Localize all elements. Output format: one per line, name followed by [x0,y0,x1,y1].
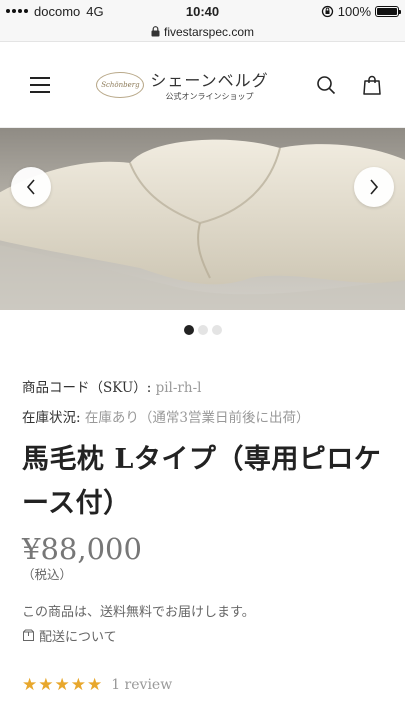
chevron-right-icon [370,179,379,195]
stock-label: 在庫状況: [22,410,81,426]
site-header: Schönberg シェーンベルグ 公式オンラインショップ [0,42,405,128]
url-bar[interactable]: fivestarspec.com [0,22,405,42]
sku-row: 商品コード（SKU）: pil-rh-l [22,376,383,396]
stock-row: 在庫状況: 在庫あり（通常3営業日前後に出荷） [22,406,383,426]
rating-row: ★★★★★ 1 review [22,675,383,695]
product-price: ¥88,000 [22,532,142,566]
chevron-left-icon [26,179,35,195]
product-image-carousel[interactable] [0,128,405,310]
status-left: docomo 4G [6,4,104,19]
shipping-note: この商品は、送料無料でお届けします。 [22,605,255,620]
orientation-lock-icon [321,5,333,17]
search-icon[interactable] [315,74,337,96]
carousel-prev-button[interactable] [11,167,51,207]
carrier-name: docomo [34,3,81,19]
star-rating-icon: ★★★★★ [22,675,104,695]
signal-icon [6,9,28,13]
battery-percent: 100% [337,3,371,19]
shipping-info-link[interactable]: 配送について [22,626,383,645]
carousel-dot[interactable] [197,325,208,335]
carousel-pagination [0,310,405,350]
battery-icon [375,5,401,17]
status-right: 100% [321,3,401,19]
shipping-link-label: 配送について [39,630,117,645]
product-info: 商品コード（SKU）: pil-rh-l 在庫状況: 在庫あり（通常3営業日前後… [0,376,405,695]
product-image [0,128,405,310]
sku-value: pil-rh-l [155,380,202,396]
carousel-dot[interactable] [183,325,194,335]
shopping-bag-icon[interactable] [361,74,383,96]
product-title: 馬毛枕 Lタイプ（専用ピロケース付） [22,444,382,519]
logo-text: シェーンベルグ 公式オンラインショップ [150,67,268,102]
logo-main-text: シェーンベルグ [150,71,269,90]
status-bar: docomo 4G 10:40 100% [0,0,405,22]
logo-sub-text: 公式オンラインショップ [165,92,254,101]
url-domain: fivestarspec.com [163,24,255,39]
site-logo[interactable]: Schönberg シェーンベルグ 公式オンラインショップ [96,67,268,102]
stock-value: 在庫あり（通常3営業日前後に出荷） [84,410,310,426]
package-icon [23,629,34,641]
logo-emblem: Schönberg [96,71,145,98]
menu-icon[interactable] [30,76,50,93]
tax-note: （税込） [22,567,73,582]
sku-label: 商品コード（SKU）: [22,380,152,396]
network-type: 4G [86,3,104,19]
carousel-dot[interactable] [211,325,222,335]
header-actions [315,74,383,96]
carousel-next-button[interactable] [354,167,394,207]
review-count-link[interactable]: 1 review [111,677,172,693]
lock-icon [151,26,160,37]
